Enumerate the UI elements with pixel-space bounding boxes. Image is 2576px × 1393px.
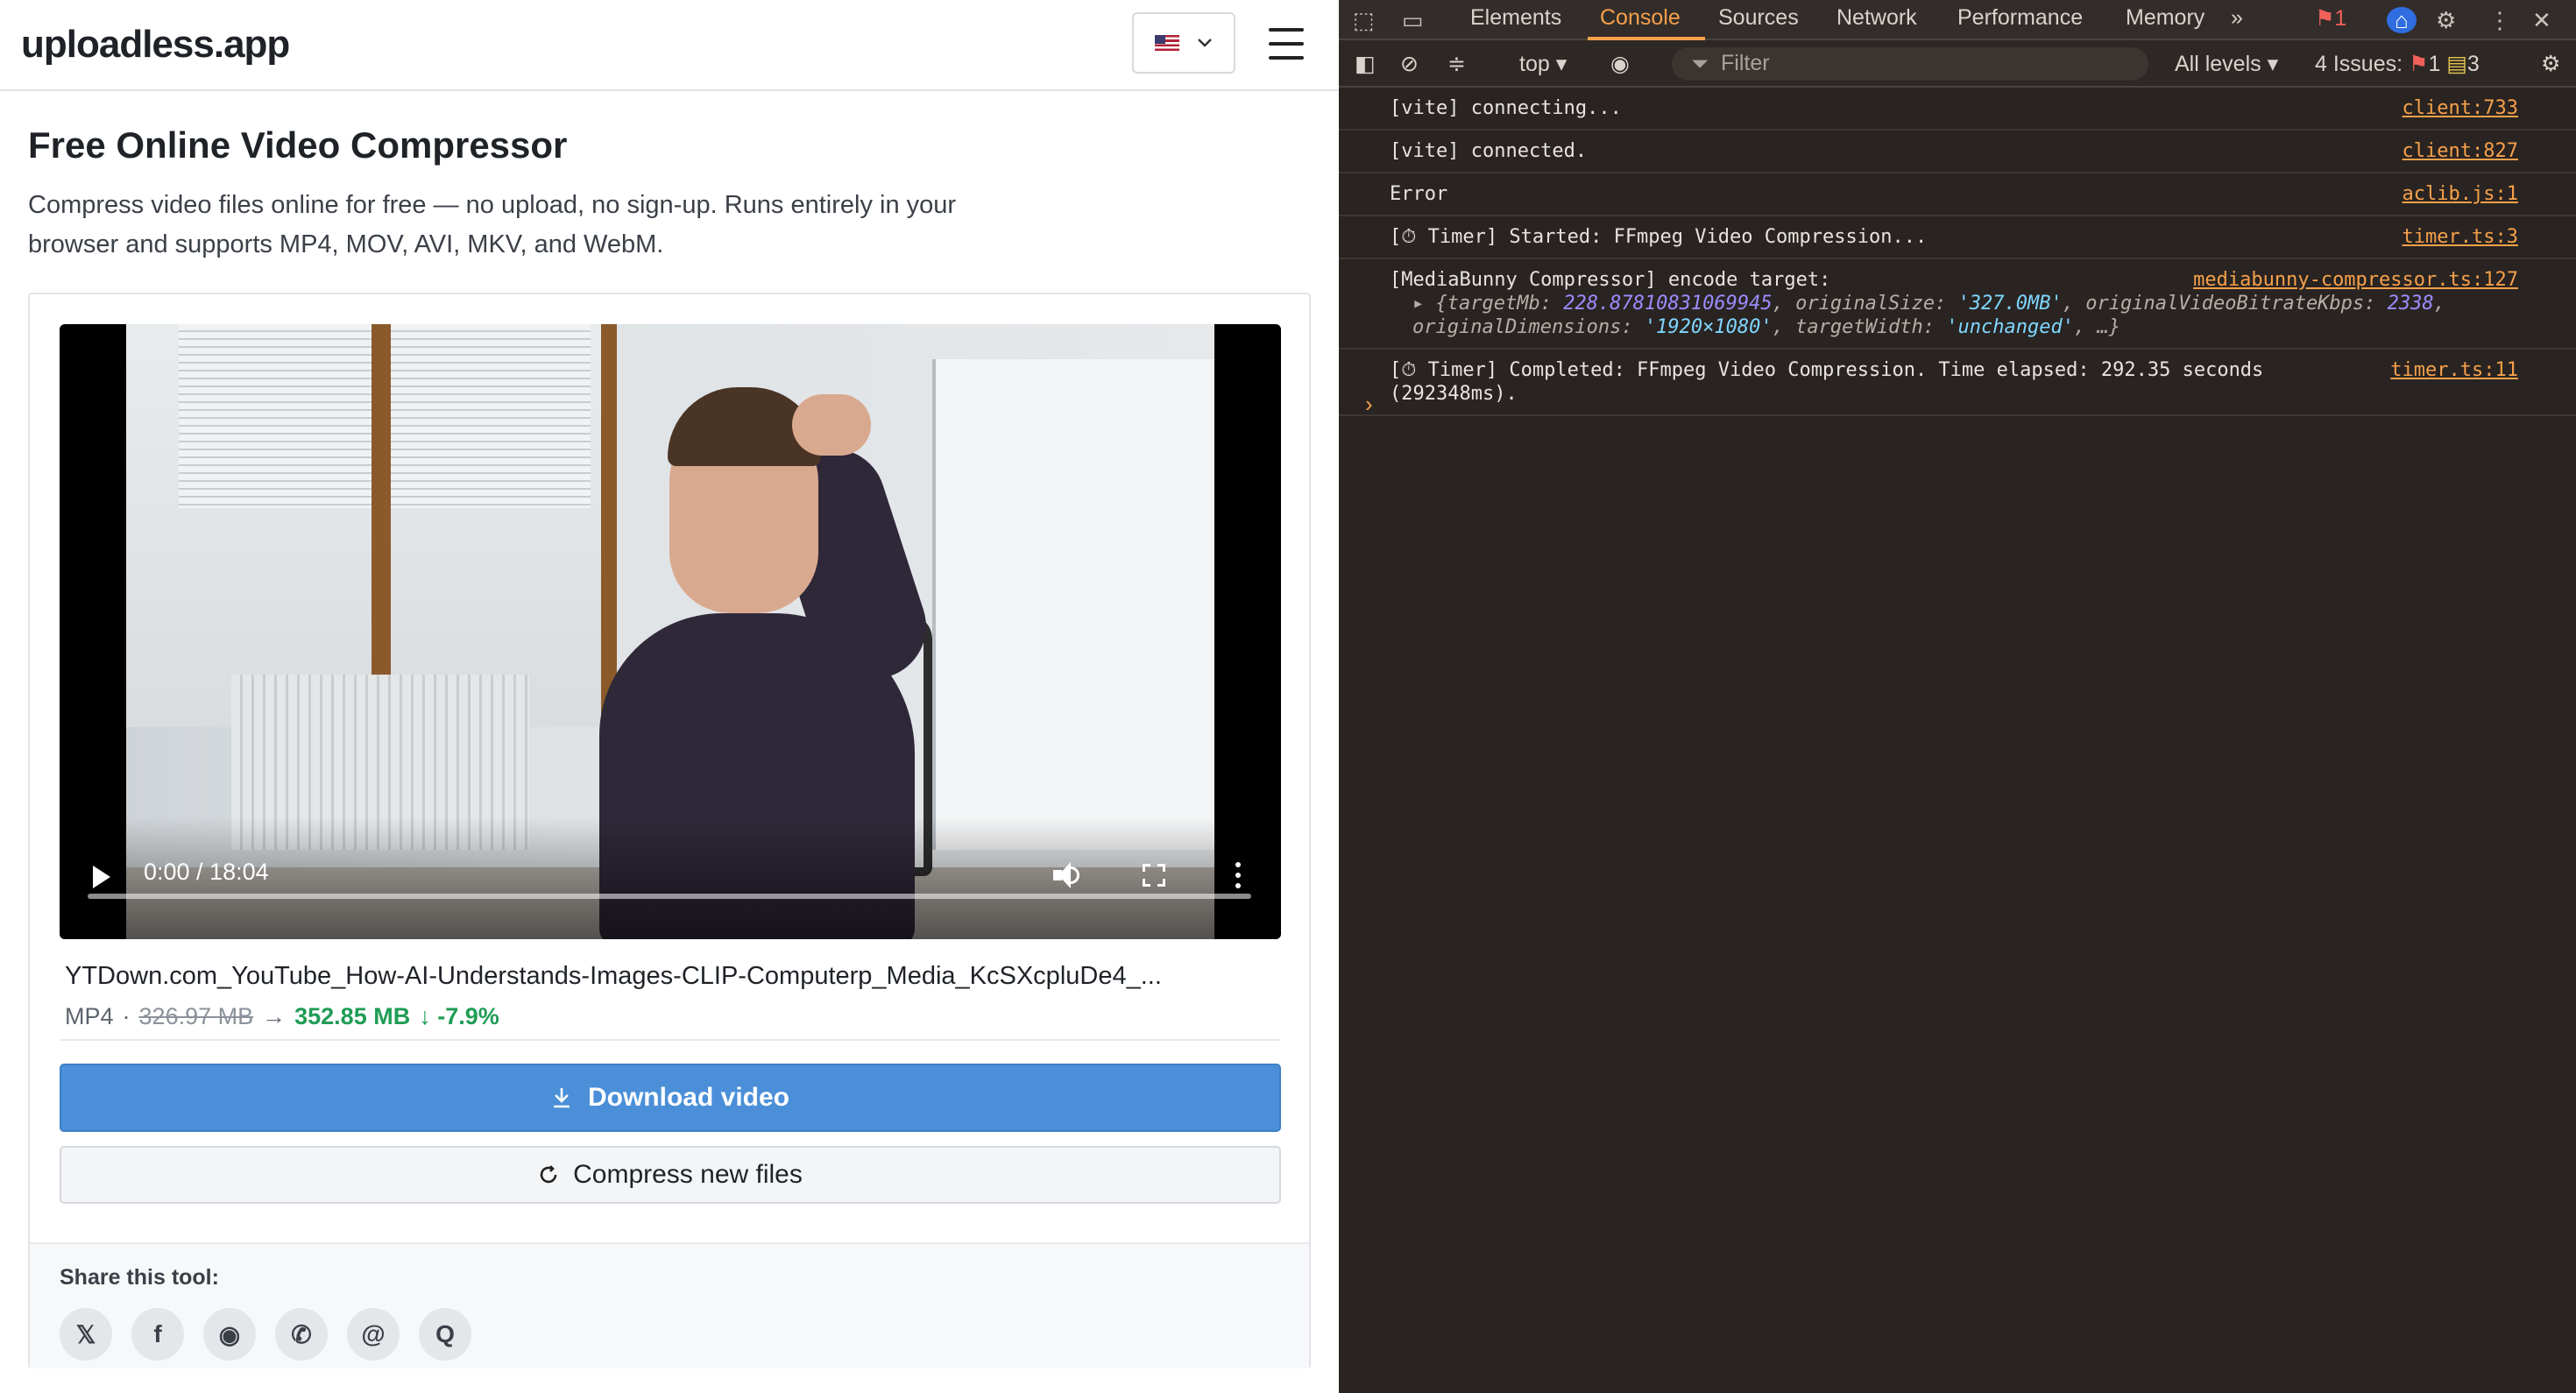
file-meta: MP4 · 326.97 MB → 352.85 MB ↓ -7.9%: [65, 1003, 499, 1029]
tab-console[interactable]: Console: [1600, 5, 1681, 31]
clear-console-icon[interactable]: ⊘: [1400, 51, 1419, 77]
console-message: [vite] connected. client:827: [1339, 131, 2576, 173]
threads-icon[interactable]: @: [347, 1308, 400, 1361]
facebook-icon[interactable]: f: [131, 1308, 184, 1361]
refresh-icon: [540, 1165, 557, 1184]
log-levels-dropdown[interactable]: All levels ▾: [2175, 51, 2278, 77]
share-buttons: 𝕏 f ◉ ✆ @ Q: [60, 1308, 1279, 1361]
devtools-tabbar: ⬚ ▭ Elements Console Sources Network Per…: [1339, 0, 2576, 40]
chevron-down-icon: [1198, 39, 1212, 47]
file-name: YTDown.com_YouTube_How-AI-Understands-Im…: [65, 962, 1162, 990]
ai-assistant-icon[interactable]: ⌂: [2387, 7, 2417, 33]
console-message: [MediaBunny Compressor] encode target: m…: [1339, 259, 2576, 350]
filter-icon: ⏷: [1691, 52, 1709, 76]
compress-new-label: Compress new files: [573, 1160, 803, 1189]
devtools-panel: ⬚ ▭ Elements Console Sources Network Per…: [1339, 0, 2576, 1393]
play-icon[interactable]: [93, 866, 110, 888]
whatsapp-icon[interactable]: ✆: [275, 1308, 328, 1361]
console-prompt[interactable]: ›: [1365, 391, 1373, 418]
source-link[interactable]: aclib.js:1: [2403, 182, 2518, 206]
object-preview[interactable]: ▸ {targetMb: 228.87810831069945, origina…: [1390, 292, 2558, 339]
close-icon[interactable]: ✕: [2532, 7, 2560, 33]
console-message: Error aclib.js:1: [1339, 173, 2576, 216]
divider: [60, 1039, 1281, 1041]
source-link[interactable]: timer.ts:11: [2390, 358, 2518, 382]
original-size: 326.97 MB: [138, 1003, 254, 1029]
share-title: Share this tool:: [60, 1265, 219, 1290]
issues-indicator[interactable]: 4 Issues: ⚑1 ▤3: [2315, 51, 2480, 77]
issues-error-icon: ⚑: [2409, 52, 2429, 76]
issues-label: 4 Issues:: [2315, 52, 2403, 76]
arrow-right-icon: →: [262, 1003, 287, 1029]
console-message: [⏱ Timer] Started: FFmpeg Video Compress…: [1339, 216, 2576, 259]
tab-network[interactable]: Network: [1836, 5, 1917, 31]
console-toolbar: ◧ ⊘ ≑ top ▾ ◉ ⏷ Filter All levels ▾ 4 Is…: [1339, 40, 2576, 88]
fullscreen-icon[interactable]: [1143, 864, 1165, 887]
issues-error-count: 1: [2428, 52, 2441, 76]
video-progress-bar[interactable]: [88, 894, 1251, 899]
console-message: [⏱ Timer] Completed: FFmpeg Video Compre…: [1339, 350, 2576, 416]
reddit-icon[interactable]: ◉: [203, 1308, 256, 1361]
tab-elements[interactable]: Elements: [1470, 5, 1561, 31]
more-tabs-icon[interactable]: »: [2231, 5, 2243, 31]
video-player[interactable]: 0:00 / 18:04: [60, 324, 1281, 939]
us-flag-icon: [1155, 35, 1179, 51]
download-label: Download video: [587, 1083, 789, 1112]
console-settings-icon[interactable]: ⚙: [2541, 51, 2560, 77]
source-link[interactable]: mediabunny-compressor.ts:127: [2193, 268, 2518, 292]
site-header: uploadless.app: [0, 0, 1339, 91]
filter-placeholder: Filter: [1721, 51, 1770, 75]
console-log: [vite] connecting... client:733 [vite] c…: [1339, 88, 2576, 416]
context-selector[interactable]: top ▾: [1519, 51, 1567, 77]
file-format: MP4: [65, 1003, 114, 1029]
quora-icon[interactable]: Q: [419, 1308, 471, 1361]
page-title: Free Online Video Compressor: [28, 124, 568, 166]
context-label: top: [1519, 52, 1550, 76]
hamburger-menu-icon[interactable]: [1269, 28, 1304, 60]
app-page: uploadless.app Free Online Video Compres…: [0, 0, 1339, 1393]
console-filter-input[interactable]: ⏷ Filter: [1672, 47, 2148, 81]
sidebar-toggle-icon[interactable]: ◧: [1355, 51, 1376, 77]
error-count: 1: [2334, 6, 2347, 31]
x-icon[interactable]: 𝕏: [60, 1308, 112, 1361]
source-link[interactable]: timer.ts:3: [2403, 225, 2518, 249]
device-toolbar-icon[interactable]: ▭: [1402, 7, 1430, 33]
share-section: Share this tool: 𝕏 f ◉ ✆ @ Q: [30, 1242, 1309, 1368]
size-change: ↓ -7.9%: [419, 1003, 499, 1029]
kebab-menu-icon[interactable]: ⋮: [2488, 7, 2516, 33]
collapse-icon[interactable]: ≑: [1447, 51, 1466, 77]
source-link[interactable]: client:827: [2403, 139, 2518, 163]
tab-memory[interactable]: Memory: [2126, 5, 2204, 31]
issues-warning-count: 3: [2466, 52, 2480, 76]
source-link[interactable]: client:733: [2403, 96, 2518, 120]
live-expression-icon[interactable]: ◉: [1610, 51, 1630, 77]
new-size: 352.85 MB: [294, 1003, 411, 1029]
download-icon: [553, 1088, 570, 1108]
error-badge[interactable]: ⚑1: [2315, 5, 2346, 32]
tab-performance[interactable]: Performance: [1957, 5, 2083, 31]
language-selector[interactable]: [1132, 12, 1235, 74]
inspect-element-icon[interactable]: ⬚: [1353, 7, 1381, 33]
issues-warning-icon: ▤: [2446, 52, 2467, 76]
levels-label: All levels: [2175, 52, 2261, 76]
site-logo[interactable]: uploadless.app: [21, 23, 290, 67]
more-options-icon[interactable]: [1235, 862, 1241, 888]
hero-section: Free Online Video Compressor Compress vi…: [0, 91, 1339, 265]
compress-new-files-button[interactable]: Compress new files: [60, 1146, 1281, 1204]
result-card: 0:00 / 18:04 YTDown.com_YouTube_How-AI-U…: [28, 293, 1311, 1368]
console-message: [vite] connecting... client:733: [1339, 88, 2576, 131]
page-description: Compress video files online for free — n…: [28, 191, 957, 258]
video-time: 0:00 / 18:04: [144, 859, 269, 885]
tab-sources[interactable]: Sources: [1718, 5, 1799, 31]
volume-icon[interactable]: [1053, 862, 1079, 888]
file-info: YTDown.com_YouTube_How-AI-Understands-Im…: [65, 962, 1274, 1030]
settings-gear-icon[interactable]: ⚙: [2436, 7, 2464, 33]
download-video-button[interactable]: Download video: [60, 1064, 1281, 1132]
